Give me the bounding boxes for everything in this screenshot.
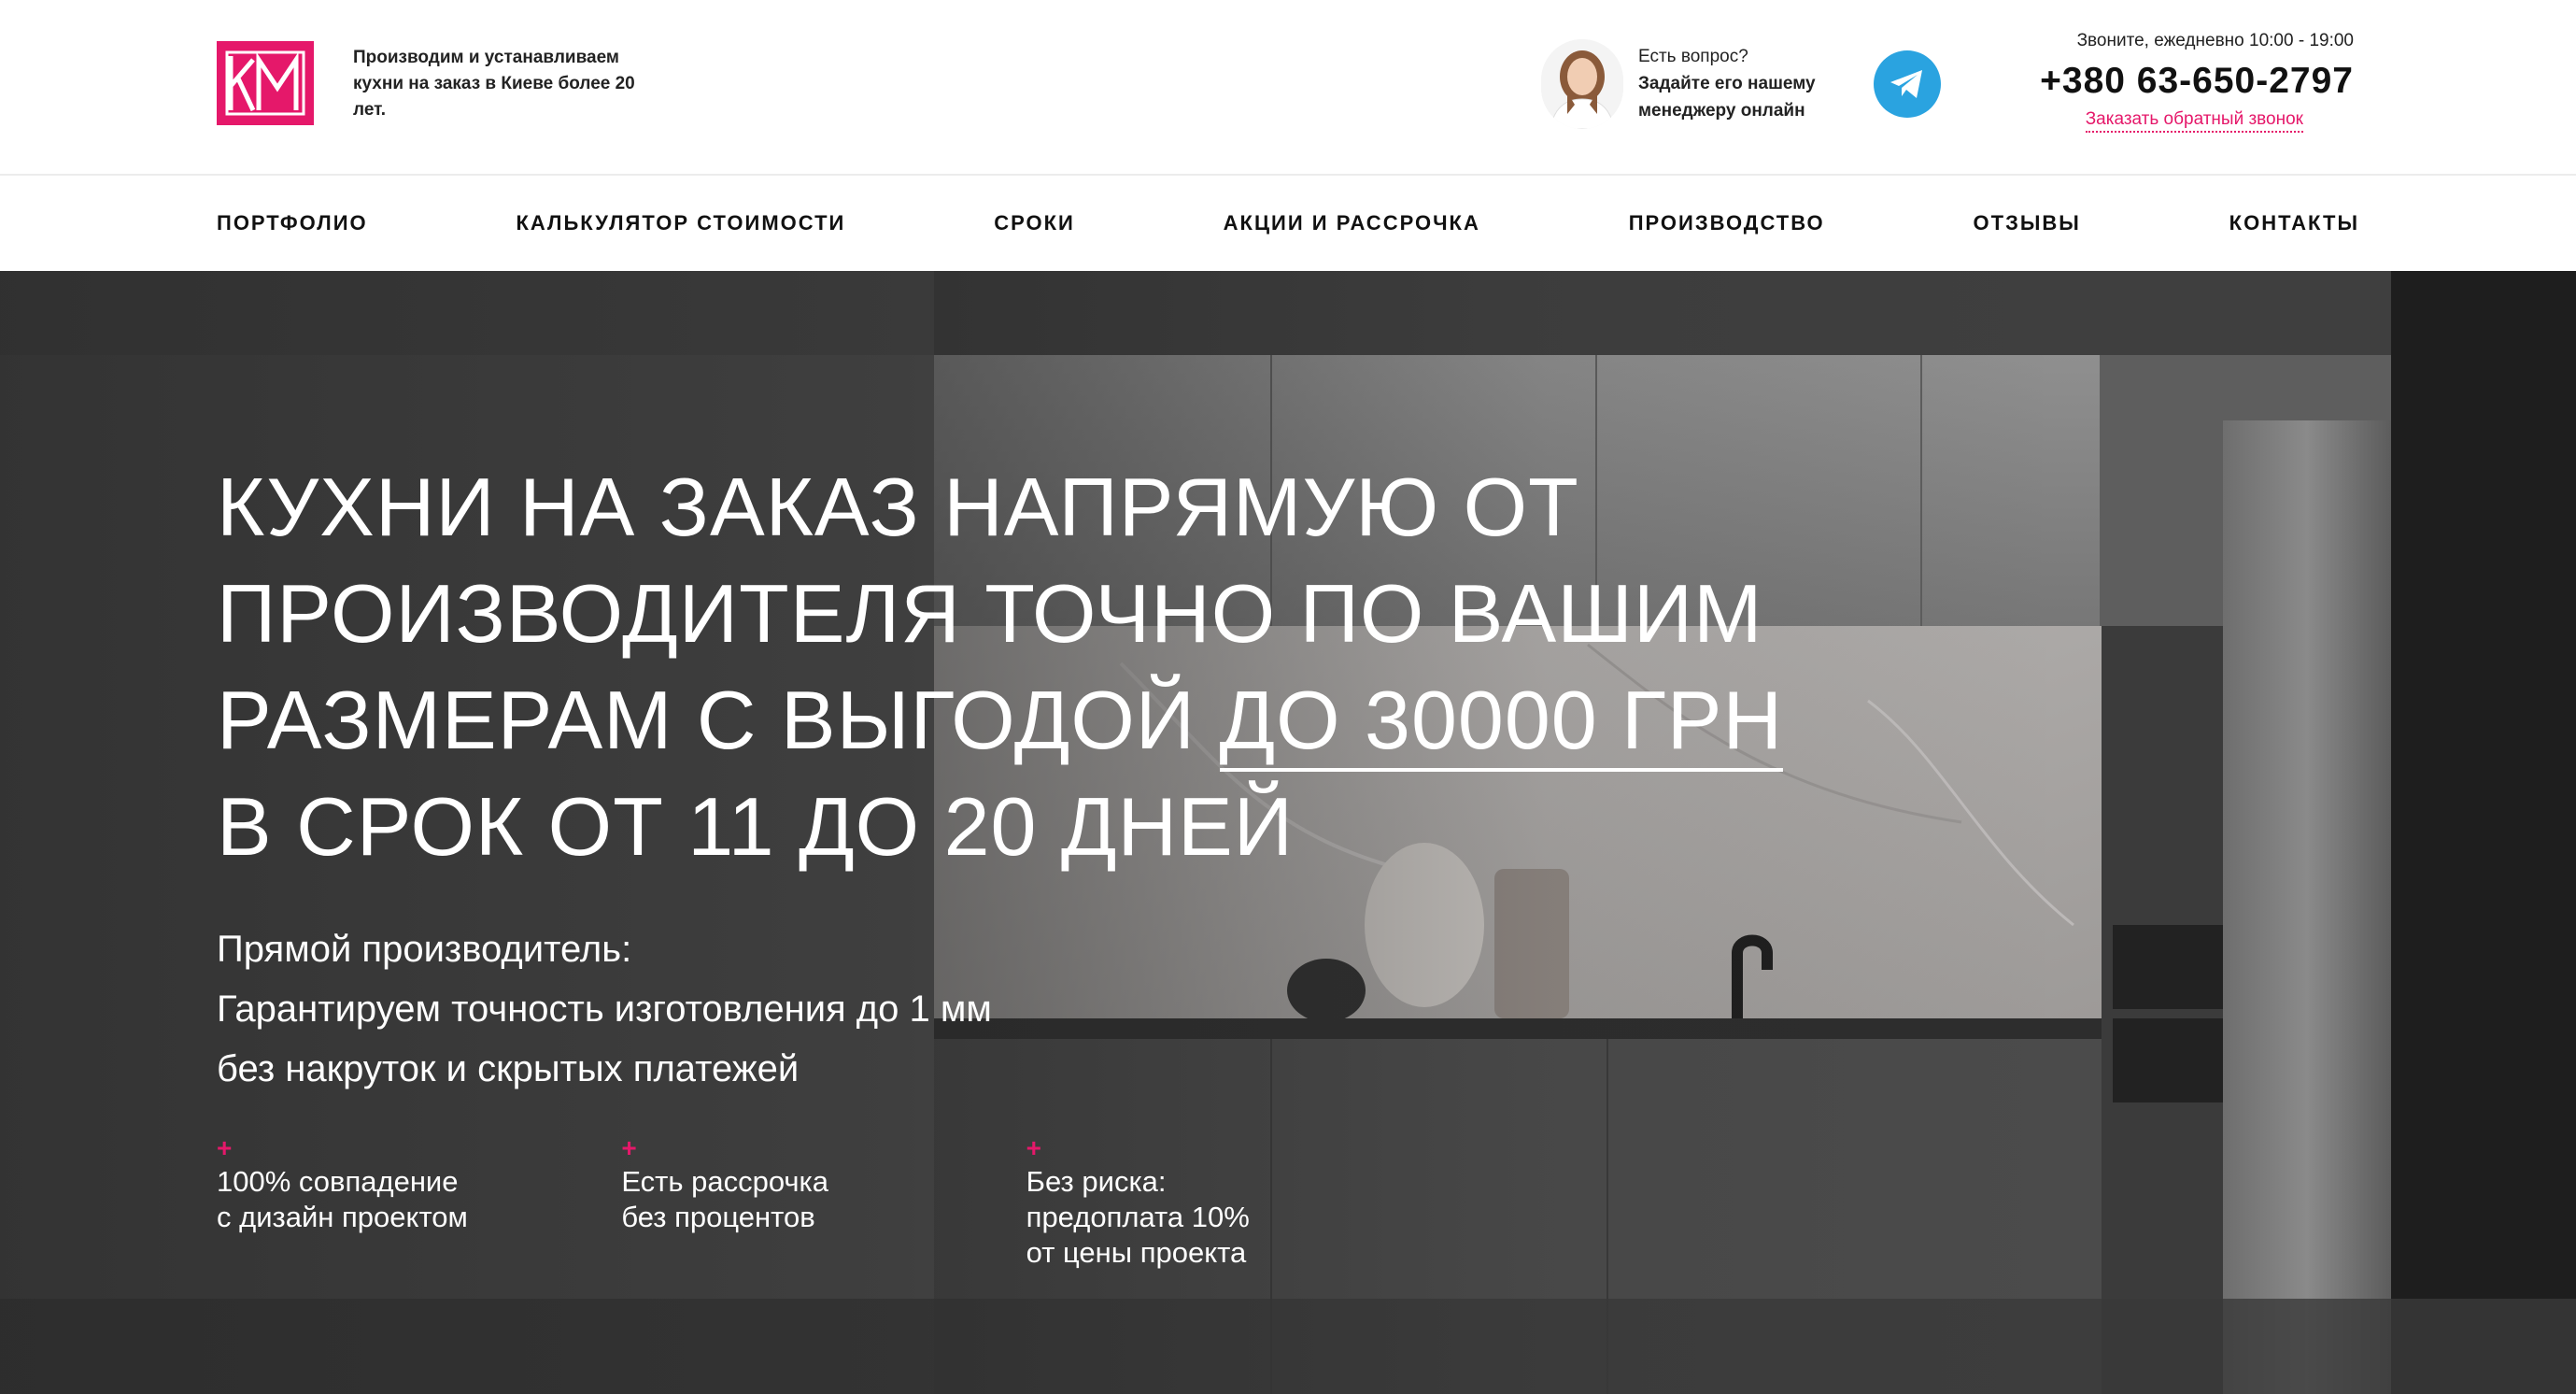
hero-sub-line3: без накруток и скрытых платежей: [217, 1048, 800, 1089]
nav-item-terms[interactable]: СРОКИ: [994, 211, 1075, 235]
manager-question: Есть вопрос?: [1638, 47, 1748, 66]
feature-list: + 100% совпадение с дизайн проектом + Ес…: [217, 1133, 1431, 1271]
hero-title-line1: КУХНИ НА ЗАКАЗ НАПРЯМУЮ ОТ: [217, 461, 1579, 553]
avatar-image: [1541, 39, 1623, 129]
feature-line: с дизайн проектом: [217, 1201, 468, 1233]
hero-section: КУХНИ НА ЗАКАЗ НАПРЯМУЮ ОТ ПРОИЗВОДИТЕЛЯ…: [0, 271, 2576, 1394]
feature-item: + Без риска: предоплата 10% от цены прое…: [1026, 1133, 1431, 1271]
nav-item-calculator[interactable]: КАЛЬКУЛЯТОР СТОИМОСТИ: [516, 211, 845, 235]
main-nav: ПОРТФОЛИО КАЛЬКУЛЯТОР СТОИМОСТИ СРОКИ АК…: [0, 176, 2576, 271]
manager-contact-text: Есть вопрос? Задайте его нашему менеджер…: [1638, 43, 1853, 124]
manager-cta-line2: менеджеру онлайн: [1638, 101, 1805, 121]
manager-avatar[interactable]: [1541, 39, 1623, 129]
feature-line: предоплата 10%: [1026, 1201, 1250, 1233]
feature-item: + 100% совпадение с дизайн проектом: [217, 1133, 621, 1271]
hero-title: КУХНИ НА ЗАКАЗ НАПРЯМУЮ ОТ ПРОИЗВОДИТЕЛЯ…: [217, 454, 1898, 880]
telegram-button[interactable]: [1874, 50, 1941, 118]
plus-icon: +: [217, 1133, 233, 1162]
hero-subtitle: Прямой производитель: Гарантируем точнос…: [217, 919, 1338, 1099]
hero-title-line4: В СРОК ОТ 11 ДО 20 ДНЕЙ: [217, 780, 1294, 873]
feature-line: Есть рассрочка: [621, 1165, 829, 1198]
feature-line: 100% совпадение: [217, 1165, 459, 1198]
tagline: Производим и устанавливаем кухни на зака…: [353, 48, 635, 120]
callback-link[interactable]: Заказать обратный звонок: [2085, 108, 2303, 133]
feature-line: без процентов: [621, 1201, 815, 1233]
feature-item: + Есть рассрочка без процентов: [621, 1133, 1026, 1271]
logo[interactable]: [217, 41, 314, 125]
working-hours: Звоните, ежедневно 10:00 - 19:00: [2076, 31, 2354, 50]
hero-title-line3-prefix: РАЗМЕРАМ С ВЫГОДОЙ: [217, 674, 1220, 766]
contact-block: Звоните, ежедневно 10:00 - 19:00 +380 63…: [1980, 28, 2354, 133]
hero-title-line2: ПРОИЗВОДИТЕЛЯ ТОЧНО ПО ВАШИМ: [217, 567, 1763, 660]
plus-icon: +: [1026, 1133, 1042, 1162]
nav-item-promotions[interactable]: АКЦИИ И РАССРОЧКА: [1224, 211, 1480, 235]
hero-title-accent: ДО 30000 ГРН: [1219, 674, 1784, 772]
nav-item-reviews[interactable]: ОТЗЫВЫ: [1974, 211, 2081, 235]
telegram-icon: [1890, 70, 1922, 98]
nav-item-contacts[interactable]: КОНТАКТЫ: [2229, 211, 2359, 235]
feature-line: Без риска:: [1026, 1165, 1167, 1198]
logo-icon: [225, 50, 305, 116]
plus-icon: +: [621, 1133, 637, 1162]
phone-number[interactable]: +380 63-650-2797: [1980, 58, 2354, 105]
header: Производим и устанавливаем кухни на зака…: [0, 0, 2576, 176]
hero-sub-line2: Гарантируем точность изготовления до 1 м…: [217, 989, 992, 1030]
nav-item-portfolio[interactable]: ПОРТФОЛИО: [217, 211, 368, 235]
manager-cta-line1: Задайте его нашему: [1638, 74, 1816, 93]
feature-line: от цены проекта: [1026, 1236, 1247, 1269]
hero-sub-line1: Прямой производитель:: [217, 929, 632, 970]
nav-item-production[interactable]: ПРОИЗВОДСТВО: [1629, 211, 1825, 235]
